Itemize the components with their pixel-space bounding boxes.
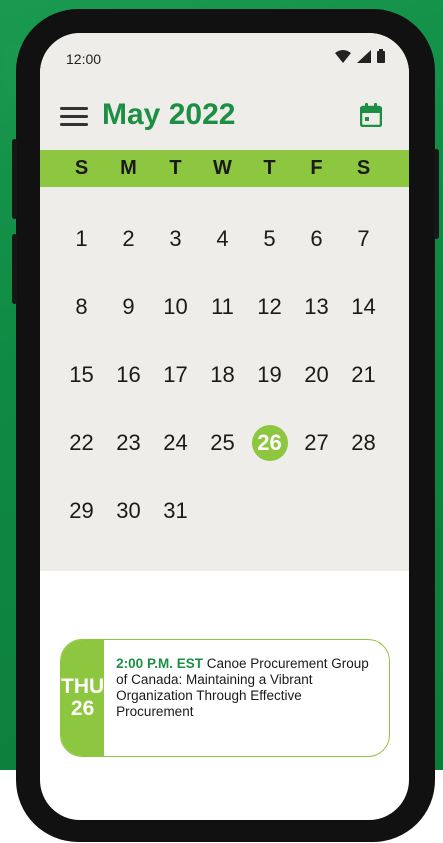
calendar-day[interactable]: 17 (152, 341, 199, 409)
selected-day-badge: 26 (251, 425, 288, 461)
calendar-day[interactable]: 30 (105, 477, 152, 545)
week-row: 22 23 24 25 26 27 28 (58, 409, 388, 477)
event-time: 2:00 P.M. EST (116, 656, 203, 671)
calendar-day[interactable]: 8 (58, 273, 105, 341)
calendar-day[interactable]: 11 (199, 273, 246, 341)
weekday-label: M (120, 157, 137, 179)
calendar-day[interactable]: 15 (58, 341, 105, 409)
month-title: May 2022 (102, 98, 236, 131)
calendar-day[interactable]: 28 (340, 409, 387, 477)
calendar-day[interactable]: 13 (293, 273, 340, 341)
app-header: May 2022 (40, 91, 409, 141)
battery-icon (377, 49, 385, 63)
phone-power-button (434, 149, 439, 239)
calendar-day-selected[interactable]: 26 (246, 409, 293, 477)
calendar-day[interactable]: 19 (246, 341, 293, 409)
week-row: 29 30 31 (58, 477, 388, 545)
week-row: 15 16 17 18 19 20 21 (58, 341, 388, 409)
calendar-day[interactable]: 5 (246, 205, 293, 273)
calendar-grid: 1 2 3 4 5 6 7 8 9 10 11 12 13 14 15 16 1… (58, 205, 388, 545)
calendar-day[interactable]: 21 (340, 341, 387, 409)
calendar-day[interactable]: 4 (199, 205, 246, 273)
menu-icon[interactable] (60, 107, 88, 127)
event-day-of-week: THU (61, 675, 105, 698)
calendar-day[interactable]: 7 (340, 205, 387, 273)
calendar-day[interactable]: 24 (152, 409, 199, 477)
calendar-day[interactable]: 20 (293, 341, 340, 409)
calendar-day[interactable]: 12 (246, 273, 293, 341)
weekday-label: T (263, 157, 276, 179)
calendar-day[interactable]: 1 (58, 205, 105, 273)
weekday-label: S (356, 157, 371, 179)
phone-volume-down-button (12, 234, 17, 304)
calendar-day[interactable]: 23 (105, 409, 152, 477)
weekday-label: W (213, 157, 232, 179)
calendar-day[interactable]: 14 (340, 273, 387, 341)
weekday-label: T (169, 157, 182, 179)
calendar-day[interactable]: 29 (58, 477, 105, 545)
wifi-icon (335, 49, 351, 63)
week-row: 8 9 10 11 12 13 14 (58, 273, 388, 341)
event-day-number: 26 (70, 697, 95, 720)
phone-screen: 12:00 May 2022 S M T W T F S 1 2 3 4 5 6… (40, 33, 409, 820)
status-time: 12:00 (66, 51, 102, 67)
status-bar: 12:00 (40, 33, 409, 83)
calendar-day[interactable]: 31 (152, 477, 199, 545)
phone-volume-up-button (12, 139, 17, 219)
status-icons (335, 49, 385, 63)
calendar-day[interactable]: 10 (152, 273, 199, 341)
week-row: 1 2 3 4 5 6 7 (58, 205, 388, 273)
weekday-label: S (74, 157, 89, 179)
weekday-header: S M T W T F S (40, 150, 409, 187)
calendar-day[interactable]: 9 (105, 273, 152, 341)
calendar-day[interactable]: 25 (199, 409, 246, 477)
calendar-day[interactable]: 27 (293, 409, 340, 477)
calendar-icon[interactable] (360, 103, 382, 127)
calendar-day[interactable]: 22 (58, 409, 105, 477)
event-date-block: THU 26 (61, 640, 105, 756)
calendar-day[interactable]: 18 (199, 341, 246, 409)
calendar-day[interactable]: 3 (152, 205, 199, 273)
event-description: 2:00 P.M. EST Canoe Procurement Group of… (104, 640, 389, 756)
signal-icon (357, 49, 371, 63)
weekday-label: F (310, 157, 323, 179)
calendar-day[interactable]: 16 (105, 341, 152, 409)
calendar-day[interactable]: 2 (105, 205, 152, 273)
event-card[interactable]: THU 26 2:00 P.M. EST Canoe Procurement G… (60, 639, 390, 757)
calendar-day[interactable]: 6 (293, 205, 340, 273)
